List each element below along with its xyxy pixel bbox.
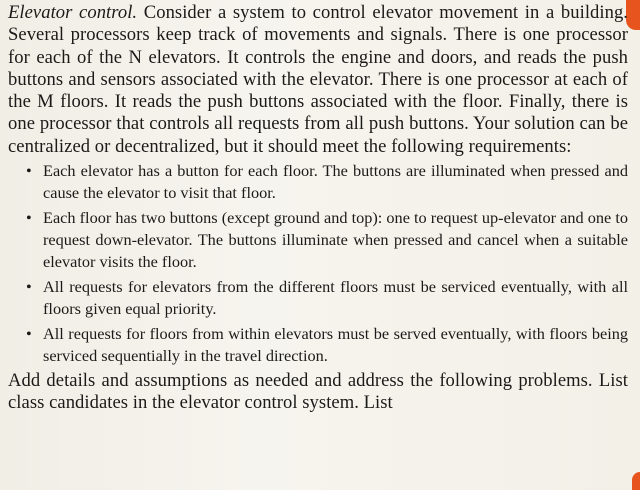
- bullet-icon: •: [26, 161, 32, 181]
- requirements-list: • Each elevator has a button for each flo…: [8, 160, 628, 367]
- bullet-icon: •: [26, 324, 32, 344]
- intro-paragraph: Elevator control. Consider a system to c…: [8, 2, 628, 158]
- requirement-text: Each elevator has a button for each floo…: [43, 161, 628, 203]
- intro-text: Consider a system to control elevator mo…: [8, 2, 628, 157]
- exercise-title: Elevator control.: [8, 2, 138, 23]
- requirement-text: All requests for elevators from the diff…: [43, 277, 628, 319]
- requirement-text: Each floor has two buttons (except groun…: [43, 208, 628, 272]
- requirement-item: • All requests for elevators from the dif…: [8, 276, 628, 320]
- requirement-item: • All requests for floors from within ele…: [8, 323, 628, 367]
- bullet-icon: •: [26, 277, 32, 297]
- document-page: Elevator control. Consider a system to c…: [0, 0, 640, 490]
- requirement-item: • Each elevator has a button for each flo…: [8, 160, 628, 204]
- page-edge-tab: [626, 0, 640, 30]
- requirement-text: All requests for floors from within elev…: [43, 324, 628, 366]
- document-body: Elevator control. Consider a system to c…: [8, 2, 628, 415]
- page-edge-tab-bottom: [632, 472, 640, 490]
- bullet-icon: •: [26, 208, 32, 228]
- closing-paragraph: Add details and assumptions as needed an…: [8, 370, 628, 414]
- requirement-item: • Each floor has two buttons (except grou…: [8, 207, 628, 273]
